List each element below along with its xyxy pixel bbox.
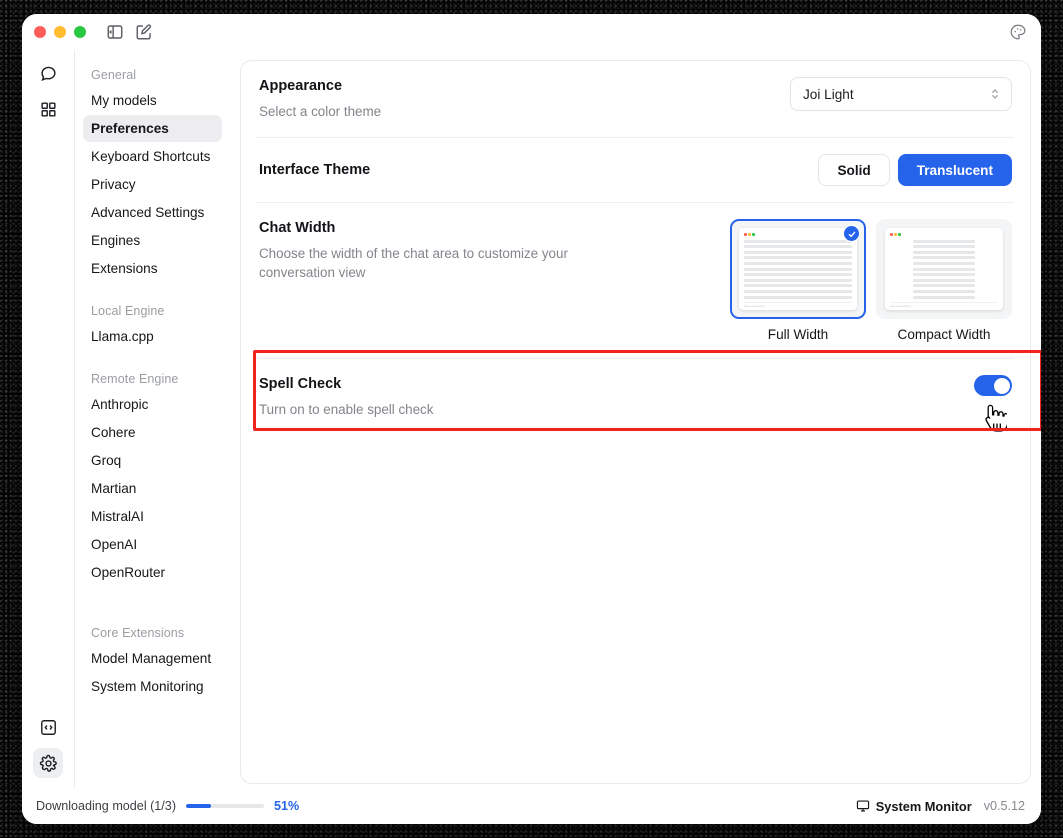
spell-check-control (974, 375, 1012, 434)
sidebar-group-label-core-extensions: Core Extensions (91, 626, 185, 640)
preview-lines (890, 239, 998, 299)
sidebar-item-advanced-settings[interactable]: Advanced Settings (83, 199, 222, 226)
spell-check-texts: Spell Check Turn on to enable spell chec… (259, 375, 433, 419)
theme-option-solid[interactable]: Solid (818, 154, 890, 187)
compact-width-preview: Ask me anything (885, 228, 1003, 311)
sidebar-item-martian[interactable]: Martian (83, 475, 222, 502)
code-brackets-icon (40, 719, 56, 735)
sidebar-item-llama-cpp[interactable]: Llama.cpp (83, 323, 222, 350)
chat-bubble-icon (40, 66, 56, 81)
theme-select[interactable]: Joi Light (790, 77, 1012, 111)
sidebar-item-model-management[interactable]: Model Management (83, 645, 222, 672)
app-body: General My models Preferences Keyboard S… (22, 50, 1041, 788)
setting-row-chat-width: Chat Width Choose the width of the chat … (257, 203, 1014, 360)
rail-item-apps[interactable] (33, 94, 63, 124)
chat-width-title: Chat Width (259, 220, 336, 237)
chat-width-texts: Chat Width Choose the width of the chat … (259, 219, 619, 282)
sidebar-group-label-general: General (91, 68, 137, 82)
sidebar-item-my-models[interactable]: My models (83, 87, 222, 114)
chat-width-option-compact: Ask me anything Compact Width (876, 219, 1012, 342)
system-monitor-button[interactable]: System Monitor (856, 799, 972, 814)
theme-select-value: Joi Light (803, 86, 854, 102)
download-status: Downloading model (1/3) 51% (36, 799, 299, 813)
sidebar-item-system-monitoring[interactable]: System Monitoring (83, 673, 222, 700)
download-progress-percent: 51% (274, 799, 300, 813)
appearance-texts: Appearance Select a color theme (259, 77, 381, 121)
download-status-text: Downloading model (1/3) (36, 799, 177, 813)
grid-squares-icon (40, 101, 56, 117)
chat-width-label-compact: Compact Width (897, 327, 991, 343)
monitor-icon (856, 799, 870, 813)
interface-theme-texts: Interface Theme (259, 161, 370, 179)
sidebar-group-label-remote-engine: Remote Engine (91, 372, 179, 386)
rail-item-settings[interactable] (33, 748, 63, 778)
preferences-panel: Appearance Select a color theme Joi Ligh… (240, 60, 1031, 784)
main-content: Appearance Select a color theme Joi Ligh… (230, 50, 1041, 788)
download-progress-bar (186, 803, 265, 809)
title-bar-actions (106, 23, 153, 41)
panel-left-icon[interactable] (106, 23, 124, 41)
close-window-button[interactable] (34, 26, 46, 38)
sidebar-item-keyboard-shortcuts[interactable]: Keyboard Shortcuts (83, 143, 222, 170)
sidebar-item-extensions[interactable]: Extensions (83, 255, 222, 282)
download-progress-fill (186, 803, 211, 809)
interface-theme-options: Solid Translucent (818, 154, 1012, 187)
sidebar-group-label-local-engine: Local Engine (91, 304, 165, 318)
traffic-lights (34, 26, 86, 38)
rail-item-code[interactable] (33, 712, 63, 742)
sidebar-item-preferences[interactable]: Preferences (83, 115, 222, 142)
settings-sidebar: General My models Preferences Keyboard S… (74, 50, 230, 788)
app-window: General My models Preferences Keyboard S… (22, 14, 1041, 824)
spell-check-description: Turn on to enable spell check (259, 402, 434, 418)
chat-width-description: Choose the width of the chat area to cus… (259, 246, 568, 281)
preview-footer-text: Ask me anything (890, 304, 911, 308)
compose-icon[interactable] (135, 23, 153, 41)
status-right: System Monitor v0.5.12 (856, 799, 1025, 814)
app-version: v0.5.12 (983, 799, 1025, 813)
preview-footer: Ask me anything (744, 301, 852, 311)
chat-width-card-full[interactable]: Ask me anything (730, 219, 866, 320)
sidebar-item-engines[interactable]: Engines (83, 227, 222, 254)
theme-option-translucent[interactable]: Translucent (897, 154, 1012, 187)
sidebar-item-openai[interactable]: OpenAI (83, 531, 222, 558)
check-icon (843, 225, 860, 243)
sidebar-item-openrouter[interactable]: OpenRouter (83, 559, 222, 586)
preview-footer: Ask me anything (890, 301, 998, 311)
sidebar-item-cohere[interactable]: Cohere (83, 419, 222, 446)
chat-width-options: Ask me anything Full Width Ask me anythi… (730, 219, 1012, 342)
title-bar (22, 14, 1041, 50)
setting-row-interface-theme: Interface Theme Solid Translucent (257, 138, 1014, 204)
toggle-knob (993, 377, 1010, 394)
spell-check-toggle[interactable] (974, 375, 1012, 397)
sidebar-item-mistralai[interactable]: MistralAI (83, 503, 222, 530)
chat-width-option-full: Ask me anything Full Width (730, 219, 866, 342)
setting-row-spell-check: Spell Check Turn on to enable spell chec… (257, 359, 1014, 450)
setting-row-appearance: Appearance Select a color theme Joi Ligh… (257, 61, 1014, 139)
chat-width-label-full: Full Width (767, 327, 829, 343)
sidebar-item-anthropic[interactable]: Anthropic (83, 391, 222, 418)
spell-check-title: Spell Check (259, 376, 342, 393)
minimize-window-button[interactable] (54, 26, 66, 38)
sidebar-item-groq[interactable]: Groq (83, 447, 222, 474)
full-width-preview: Ask me anything (739, 228, 857, 311)
system-monitor-label: System Monitor (875, 798, 972, 814)
preview-traffic-lights (744, 233, 852, 236)
icon-rail (22, 50, 74, 788)
palette-icon[interactable] (1009, 23, 1027, 41)
appearance-title: Appearance (259, 78, 343, 94)
pointer-hand-cursor (979, 402, 1007, 434)
sidebar-item-privacy[interactable]: Privacy (83, 171, 222, 198)
preview-traffic-lights (890, 233, 998, 236)
preview-footer-text: Ask me anything (744, 304, 765, 308)
appearance-description: Select a color theme (259, 104, 382, 120)
interface-theme-title: Interface Theme (259, 162, 371, 179)
rail-item-chat[interactable] (33, 58, 63, 88)
maximize-window-button[interactable] (74, 26, 86, 38)
chat-width-card-compact[interactable]: Ask me anything (876, 219, 1012, 320)
preview-lines (744, 239, 852, 299)
status-bar: Downloading model (1/3) 51% System Monit… (22, 788, 1041, 824)
gear-icon (39, 754, 57, 772)
chevron-updown-icon (989, 87, 1001, 101)
